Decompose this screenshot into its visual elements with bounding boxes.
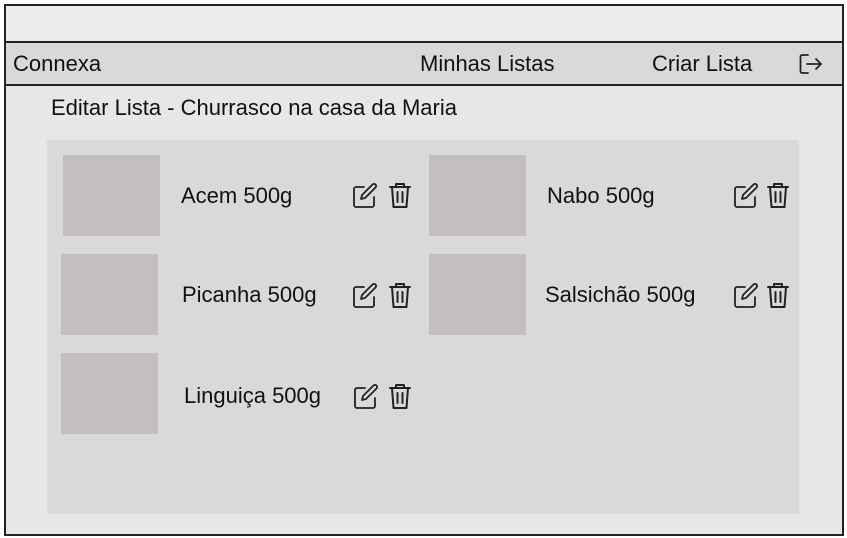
edit-icon[interactable] <box>353 383 379 411</box>
item-label: Picanha 500g <box>182 282 317 307</box>
logout-icon[interactable] <box>798 52 824 76</box>
edit-icon[interactable] <box>352 282 378 310</box>
trash-icon[interactable] <box>766 280 792 308</box>
item-thumbnail <box>61 254 158 335</box>
nav-minhas-listas[interactable]: Minhas Listas <box>420 43 555 84</box>
trash-icon[interactable] <box>388 280 414 308</box>
item-thumbnail <box>61 353 158 434</box>
app-window: Connexa Minhas Listas Criar Lista Editar… <box>4 4 844 536</box>
item-thumbnail <box>429 254 526 335</box>
item-label: Nabo 500g <box>547 183 655 208</box>
item-thumbnail <box>63 155 160 236</box>
nav-criar-lista[interactable]: Criar Lista <box>652 43 752 84</box>
window-titlebar <box>6 6 842 43</box>
trash-icon[interactable] <box>388 180 414 208</box>
items-panel: Acem 500g Nabo 500g Picanha 500g Salsich… <box>47 140 799 514</box>
edit-icon[interactable] <box>733 182 759 210</box>
trash-icon[interactable] <box>388 381 414 409</box>
page-title: Editar Lista - Churrasco na casa da Mari… <box>51 95 457 120</box>
item-thumbnail <box>429 155 526 236</box>
item-label: Salsichão 500g <box>545 282 696 307</box>
item-label: Linguiça 500g <box>184 383 322 408</box>
edit-icon[interactable] <box>352 182 378 210</box>
brand-logo[interactable]: Connexa <box>13 43 101 84</box>
item-label: Acem 500g <box>181 183 293 208</box>
edit-icon[interactable] <box>733 282 759 310</box>
top-navbar: Connexa Minhas Listas Criar Lista <box>6 43 842 86</box>
trash-icon[interactable] <box>766 180 792 208</box>
